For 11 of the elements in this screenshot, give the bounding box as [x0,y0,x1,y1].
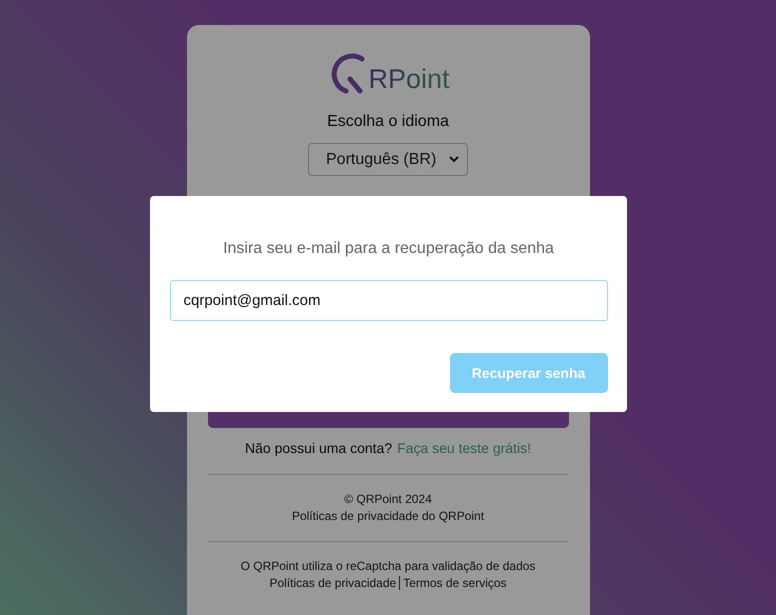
language-label: Escolha o idioma [327,113,449,131]
email-field[interactable]: cqrpoint@gmail.com [170,280,608,321]
language-select[interactable]: Português (BR) [308,143,468,176]
chevron-icon [449,156,459,163]
signup-prompt: Não possui uma conta? [245,440,392,456]
dialog-title: Insira seu e-mail para a recuperação da senha [223,240,554,258]
footer-link[interactable]: Termos de serviços [403,576,507,590]
copyright-text: © QRPoint 2024 [344,492,432,506]
footer-link[interactable]: Políticas de privacidade [269,576,396,590]
privacy-link[interactable]: Políticas de privacidade do QRPoint [292,509,484,523]
recaptcha-note: O QRPoint utiliza o reCaptcha para validação de dados [240,559,536,573]
